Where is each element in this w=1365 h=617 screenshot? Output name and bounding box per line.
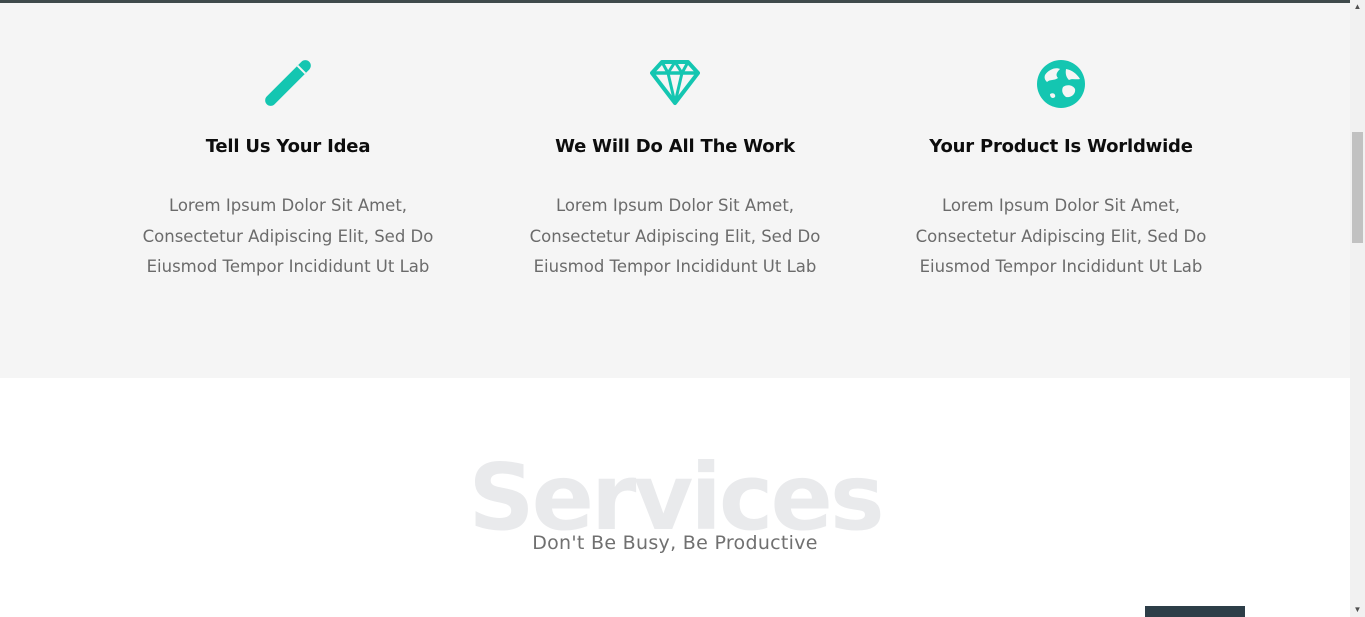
scroll-down-arrow-icon[interactable]: ▼ — [1350, 603, 1365, 617]
scroll-up-arrow-icon[interactable]: ▲ — [1350, 0, 1365, 14]
feature-title: Tell Us Your Idea — [205, 136, 371, 157]
services-subheading: Don't Be Busy, Be Productive — [532, 532, 818, 554]
feature-title: We Will Do All The Work — [555, 136, 795, 157]
services-section: Services Don't Be Busy, Be Productive — [0, 378, 1350, 617]
page: Tell Us Your Idea Lorem Ipsum Dolor Sit … — [0, 0, 1365, 617]
scrollbar-thumb[interactable] — [1352, 132, 1363, 243]
services-card-edge — [1145, 606, 1245, 617]
feature-title: Your Product Is Worldwide — [929, 136, 1193, 157]
diamond-icon — [650, 60, 700, 105]
features-section: Tell Us Your Idea Lorem Ipsum Dolor Sit … — [0, 3, 1350, 378]
vertical-scrollbar[interactable]: ▲ ▼ — [1350, 0, 1365, 617]
feature-description: Lorem Ipsum Dolor Sit Amet, Consectetur … — [142, 196, 434, 276]
pencil-icon — [265, 60, 311, 106]
globe-icon — [1037, 60, 1085, 108]
feature-description: Lorem Ipsum Dolor Sit Amet, Consectetur … — [915, 196, 1207, 276]
feature-description: Lorem Ipsum Dolor Sit Amet, Consectetur … — [529, 196, 821, 276]
